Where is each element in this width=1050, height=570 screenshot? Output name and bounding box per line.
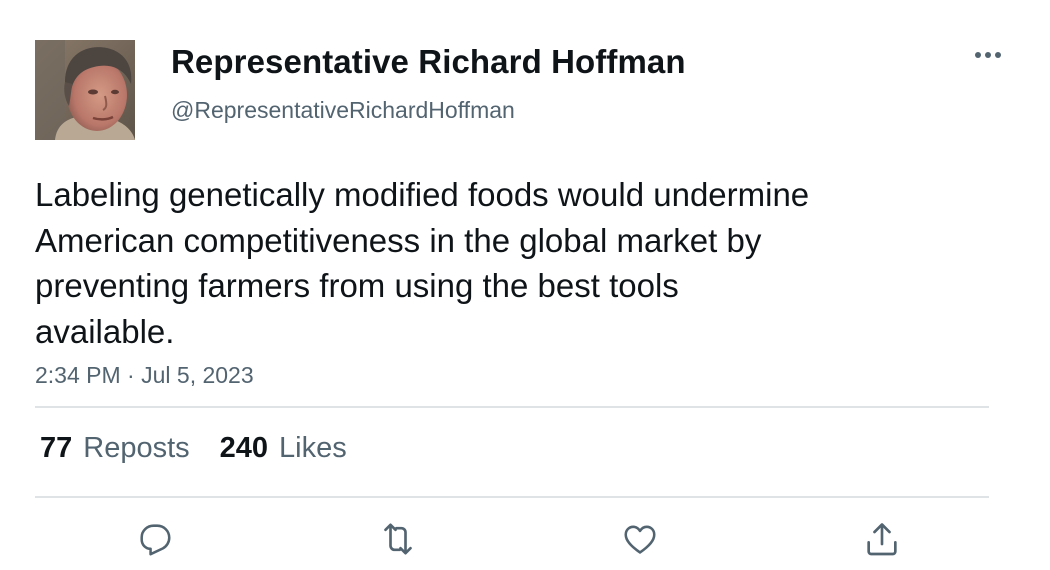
- reply-button[interactable]: [135, 519, 175, 559]
- like-button[interactable]: [620, 519, 660, 559]
- tweet-date: Jul 5, 2023: [141, 362, 254, 388]
- author-handle[interactable]: @RepresentativeRichardHoffman: [171, 97, 515, 124]
- divider: [35, 496, 989, 498]
- divider: [35, 406, 989, 408]
- tweet-time: 2:34 PM: [35, 362, 121, 388]
- reply-icon: [140, 524, 171, 556]
- reposts-count: 77: [40, 432, 73, 464]
- likes-stat[interactable]: 240 Likes: [220, 432, 347, 465]
- engagement-stats: 77 Reposts 240 Likes: [40, 432, 347, 465]
- reposts-stat[interactable]: 77 Reposts: [40, 432, 190, 465]
- tweet-timestamp[interactable]: 2:34 PM · Jul 5, 2023: [35, 362, 254, 389]
- more-horizontal-icon: [975, 52, 1001, 58]
- likes-count: 240: [219, 432, 269, 464]
- timestamp-separator: ·: [127, 362, 135, 388]
- avatar-photo: [35, 40, 135, 140]
- tweet-text: Labeling genetically modified foods woul…: [35, 176, 810, 350]
- share-button[interactable]: [862, 519, 902, 559]
- avatar[interactable]: [35, 40, 135, 140]
- share-icon: [867, 523, 897, 556]
- heart-icon: [624, 525, 656, 554]
- author-display-name[interactable]: Representative Richard Hoffman: [171, 43, 686, 81]
- more-options-button[interactable]: [968, 40, 1008, 70]
- reposts-label: Reposts: [83, 432, 190, 464]
- tweet-card: Representative Richard Hoffman @Represen…: [0, 0, 1050, 570]
- repost-icon: [384, 523, 412, 555]
- repost-button[interactable]: [378, 519, 418, 559]
- likes-label: Likes: [279, 432, 347, 464]
